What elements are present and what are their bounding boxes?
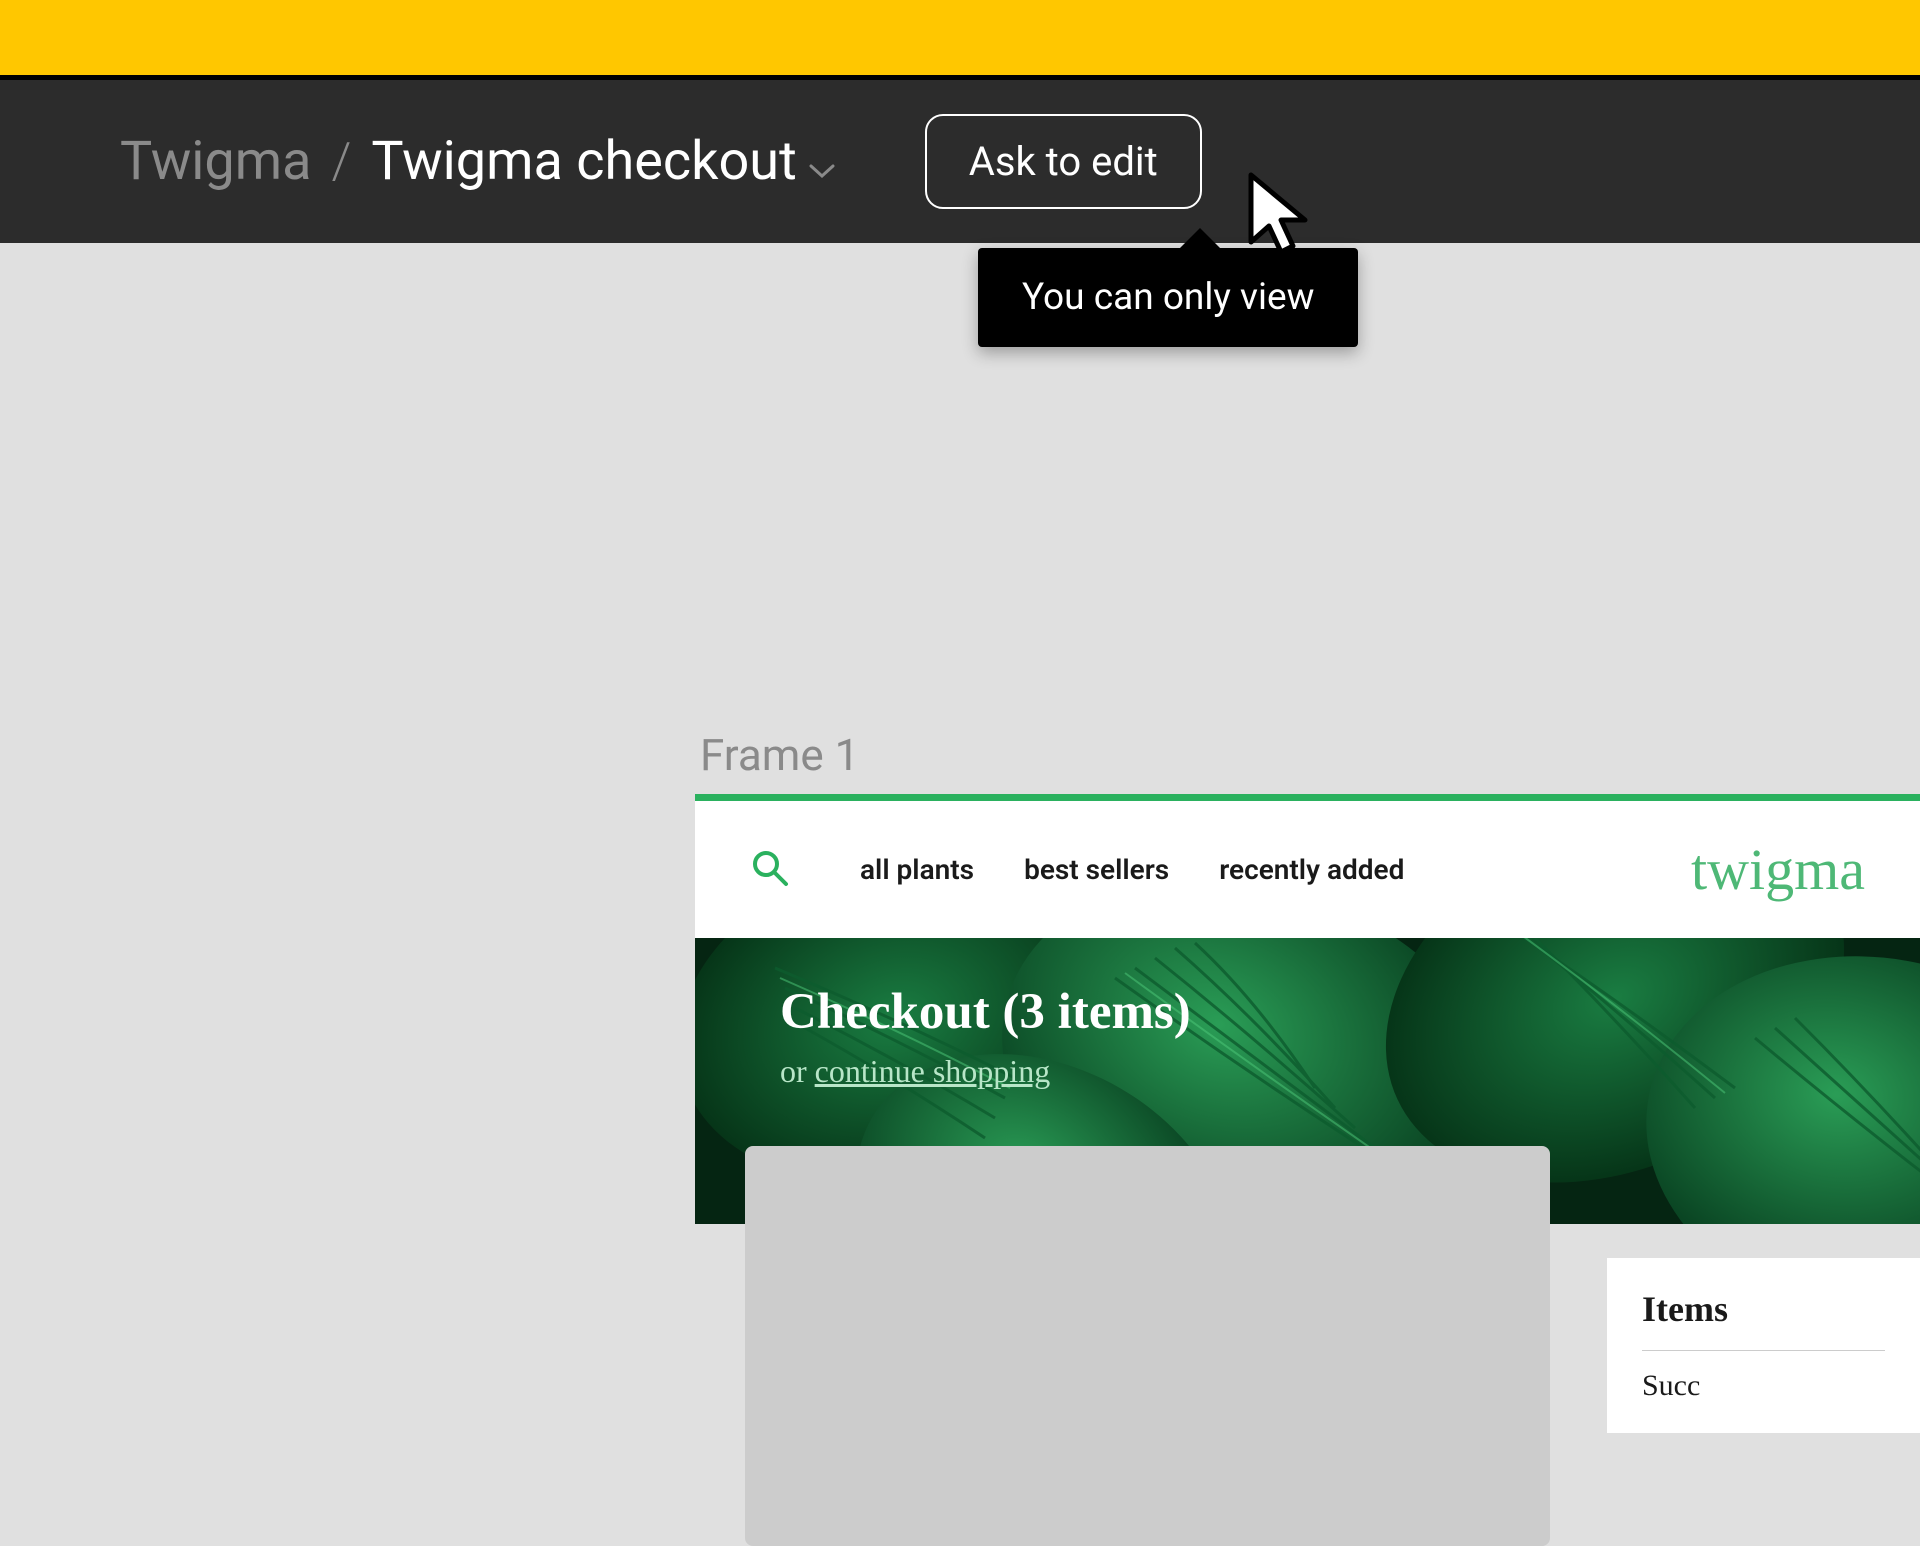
nav-item-all-plants[interactable]: all plants bbox=[860, 853, 974, 886]
hero-banner: Checkout (3 items) or continue shopping … bbox=[695, 938, 1920, 1224]
hero-content: Checkout (3 items) or continue shopping bbox=[780, 983, 1191, 1090]
subtitle-prefix: or bbox=[780, 1053, 815, 1089]
notification-bar bbox=[0, 0, 1920, 75]
breadcrumb-current[interactable]: Twigma checkout bbox=[371, 130, 834, 193]
nav-item-recently-added[interactable]: recently added bbox=[1219, 853, 1404, 886]
breadcrumb-parent[interactable]: Twigma bbox=[120, 130, 311, 193]
logo-text: twigma bbox=[1691, 836, 1865, 903]
brand-logo[interactable]: twigma bbox=[1691, 836, 1865, 903]
breadcrumb: Twigma / Twigma checkout bbox=[120, 130, 835, 193]
search-icon[interactable] bbox=[750, 848, 790, 892]
item-row: Succ bbox=[1642, 1369, 1885, 1403]
hero-subtitle: or continue shopping bbox=[780, 1053, 1191, 1090]
order-summary-panel: Items Succ bbox=[1607, 1258, 1920, 1433]
frame-label[interactable]: Frame 1 bbox=[700, 729, 859, 781]
cursor-icon bbox=[1243, 170, 1323, 269]
design-frame[interactable]: all plants best sellers recently added t… bbox=[695, 794, 1920, 1224]
app-toolbar: Twigma / Twigma checkout Ask to edit bbox=[0, 80, 1920, 243]
breadcrumb-current-label: Twigma checkout bbox=[371, 130, 796, 193]
site-header: all plants best sellers recently added t… bbox=[695, 801, 1920, 938]
chevron-down-icon[interactable] bbox=[809, 130, 835, 193]
canvas[interactable]: Frame 1 all plants best sellers recently… bbox=[0, 243, 1920, 1440]
breadcrumb-separator: / bbox=[331, 133, 351, 191]
ask-to-edit-button[interactable]: Ask to edit bbox=[925, 114, 1202, 209]
nav-item-best-sellers[interactable]: best sellers bbox=[1024, 853, 1169, 886]
nav-items: all plants best sellers recently added bbox=[860, 853, 1404, 886]
checkout-title: Checkout (3 items) bbox=[780, 983, 1191, 1041]
items-heading: Items bbox=[1642, 1288, 1885, 1351]
continue-shopping-link[interactable]: continue shopping bbox=[815, 1053, 1051, 1089]
product-card-placeholder bbox=[745, 1146, 1550, 1546]
